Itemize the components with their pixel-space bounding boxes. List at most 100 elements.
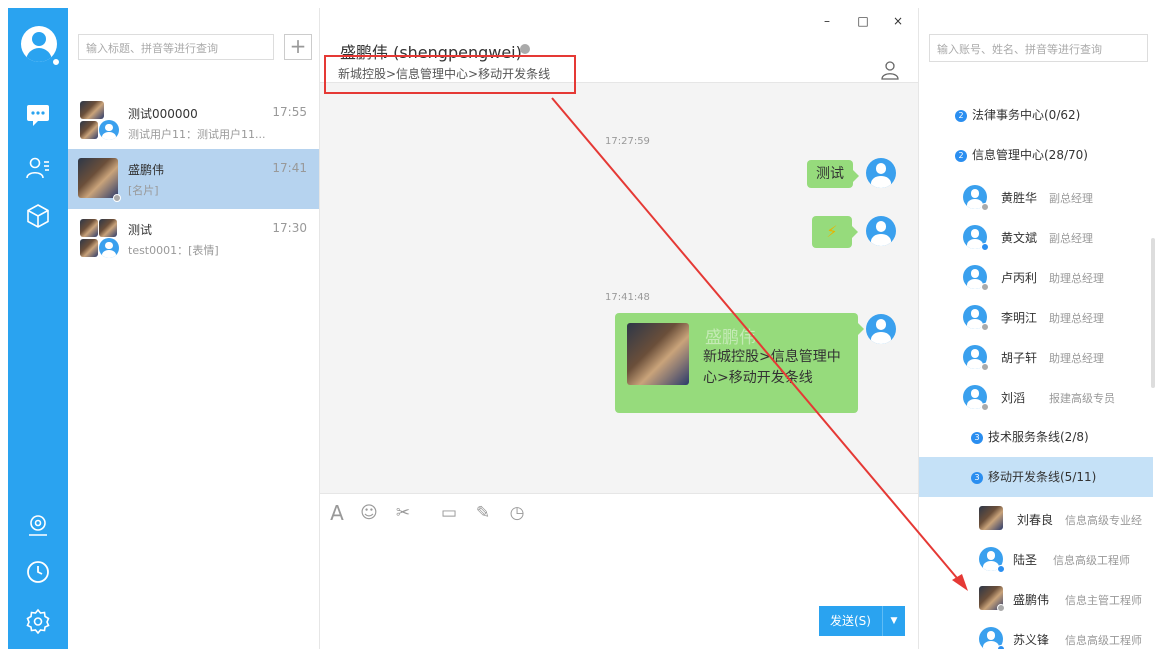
conversation-time: 17:30: [272, 221, 307, 235]
contact-title: 信息主管工程师: [1065, 594, 1142, 607]
avatar: [80, 101, 104, 119]
contact-item[interactable]: 刘春良 信息高级专业经: [975, 498, 1156, 538]
status-dot: [997, 645, 1005, 649]
dept-label: 法律事务中心(0/62): [972, 108, 1081, 122]
emoji-icon[interactable]: ☺: [358, 502, 380, 524]
dept-level-badge: 3: [971, 431, 983, 444]
avatar: [80, 239, 98, 257]
contacts-tree: 输入账号、姓名、拼音等进行查询 2 法律事务中心(0/62) 2 信息管理中心(28…: [918, 8, 1156, 649]
sender-avatar[interactable]: [866, 158, 896, 188]
dept-node-selected[interactable]: 3 移动开发条线(5/11): [919, 457, 1153, 497]
dept-node[interactable]: 2 信息管理中心(28/70): [955, 135, 1088, 175]
status-dot: [981, 203, 989, 211]
contact-item[interactable]: 盛鹏伟 信息主管工程师: [975, 578, 1156, 618]
close-button[interactable]: ×: [888, 14, 908, 28]
text-message-bubble[interactable]: 测试: [807, 160, 859, 188]
contact-item[interactable]: 苏义锋 信息高级工程师: [975, 618, 1156, 649]
conversation-preview: 测试用户11：测试用户11...: [128, 128, 266, 141]
conversation-preview: test0001：[表情]: [128, 244, 219, 257]
contact-item[interactable]: 李明江 助理总经理: [959, 296, 1156, 336]
contact-name: 卢丙利: [1001, 271, 1038, 285]
dept-level-badge: 3: [971, 471, 983, 484]
contact-name: 胡子轩: [1001, 351, 1038, 365]
dept-label: 信息管理中心(28/70): [972, 148, 1088, 162]
conversation-item-selected[interactable]: 盛鹏伟 17:41 [名片]: [68, 149, 319, 209]
contact-item[interactable]: 陆圣 信息高级工程师: [975, 538, 1156, 578]
add-conversation-button[interactable]: +: [284, 34, 312, 60]
apps-cube-icon[interactable]: [23, 201, 53, 231]
contact-name: 苏义锋: [1013, 633, 1050, 647]
conversation-name: 测试: [128, 223, 153, 237]
font-icon[interactable]: A: [326, 502, 348, 524]
card-name: 盛鹏伟: [705, 328, 756, 348]
dept-node[interactable]: 3 技术服务条线(2/8): [971, 417, 1089, 457]
sender-avatar[interactable]: [866, 216, 896, 246]
contact-name: 黄胜华: [1001, 191, 1038, 205]
dept-node[interactable]: 2 法律事务中心(0/62): [955, 95, 1080, 135]
message-timestamp: 17:27:59: [605, 136, 650, 147]
conversation-name: 测试000000: [128, 107, 198, 121]
avatar: [80, 219, 98, 237]
profile-icon[interactable]: [880, 60, 900, 80]
location-pin-icon[interactable]: [23, 511, 53, 541]
avatar: [80, 121, 98, 139]
status-dot: [997, 565, 1005, 573]
pen-icon[interactable]: ✎: [472, 502, 494, 524]
contact-title: 报建高级专员: [1049, 392, 1115, 405]
card-avatar: [627, 323, 689, 385]
avatar: [78, 158, 118, 198]
contact-title: 信息高级工程师: [1053, 554, 1130, 567]
nav-rail: [8, 8, 68, 649]
contact-title: 信息高级专业经: [1065, 514, 1142, 527]
status-dot: [981, 363, 989, 371]
sender-avatar[interactable]: [866, 314, 896, 344]
contact-title: 助理总经理: [1049, 272, 1104, 285]
contact-title: 助理总经理: [1049, 312, 1104, 325]
conversation-time: 17:55: [272, 105, 307, 119]
contact-item[interactable]: 卢丙利 助理总经理: [959, 256, 1156, 296]
conversation-preview: [名片]: [128, 184, 159, 197]
status-dot: [981, 323, 989, 331]
contact-title: 副总经理: [1049, 192, 1093, 205]
offline-status-dot: [113, 194, 121, 202]
send-button[interactable]: 发送(S): [819, 606, 883, 636]
emoji-message-bubble[interactable]: ⚡: [812, 216, 858, 248]
minimize-button[interactable]: –: [817, 14, 837, 28]
chat-bubble-icon[interactable]: [23, 100, 53, 130]
message-composer[interactable]: A ☺ ✂ ▭ ✎ ◷ 发送(S) ▼: [320, 493, 918, 649]
dept-level-badge: 2: [955, 109, 967, 122]
dept-level-badge: 2: [955, 149, 967, 162]
contact-card-bubble[interactable]: 盛鹏伟 新城控股>信息管理中心>移动开发条线: [615, 313, 864, 413]
message-timestamp: 17:41:48: [605, 292, 650, 303]
status-dot: [981, 403, 989, 411]
status-dot: [997, 604, 1005, 612]
send-options-dropdown[interactable]: ▼: [883, 606, 905, 636]
status-indicator[interactable]: [50, 56, 62, 68]
contact-name: 黄文斌: [1001, 231, 1038, 245]
contact-item[interactable]: 黄文斌 副总经理: [959, 216, 1156, 256]
contacts-search-input[interactable]: 输入账号、姓名、拼音等进行查询: [929, 34, 1148, 62]
contact-title: 助理总经理: [1049, 352, 1104, 365]
contact-name: 陆圣: [1013, 553, 1038, 567]
history-clock-icon[interactable]: [23, 557, 53, 587]
history-icon[interactable]: ◷: [506, 502, 528, 524]
screenshot-scissors-icon[interactable]: ✂: [392, 502, 414, 524]
conversation-list: 输入标题、拼音等进行查询 + 测试000000 17:55 测试用户11：测试用…: [68, 8, 320, 649]
conversation-search-input[interactable]: 输入标题、拼音等进行查询: [78, 34, 274, 60]
contact-item[interactable]: 刘滔 报建高级专员: [959, 376, 1156, 416]
contact-item[interactable]: 黄胜华 副总经理: [959, 176, 1156, 216]
status-dot: [981, 243, 989, 251]
contacts-icon[interactable]: [23, 153, 53, 183]
contact-name: 刘滔: [1001, 391, 1026, 405]
conversation-time: 17:41: [272, 161, 307, 175]
maximize-button[interactable]: □: [853, 14, 873, 28]
settings-gear-icon[interactable]: [23, 606, 53, 636]
avatar: [99, 238, 119, 258]
conversation-item[interactable]: 测试000000 17:55 测试用户11：测试用户11...: [68, 93, 319, 153]
conversation-name: 盛鹏伟: [128, 163, 165, 177]
contact-item[interactable]: 胡子轩 助理总经理: [959, 336, 1156, 376]
conversation-item[interactable]: 测试 17:30 test0001：[表情]: [68, 209, 319, 269]
folder-icon[interactable]: ▭: [438, 502, 460, 524]
offline-status-dot: [520, 44, 530, 54]
status-dot: [981, 283, 989, 291]
